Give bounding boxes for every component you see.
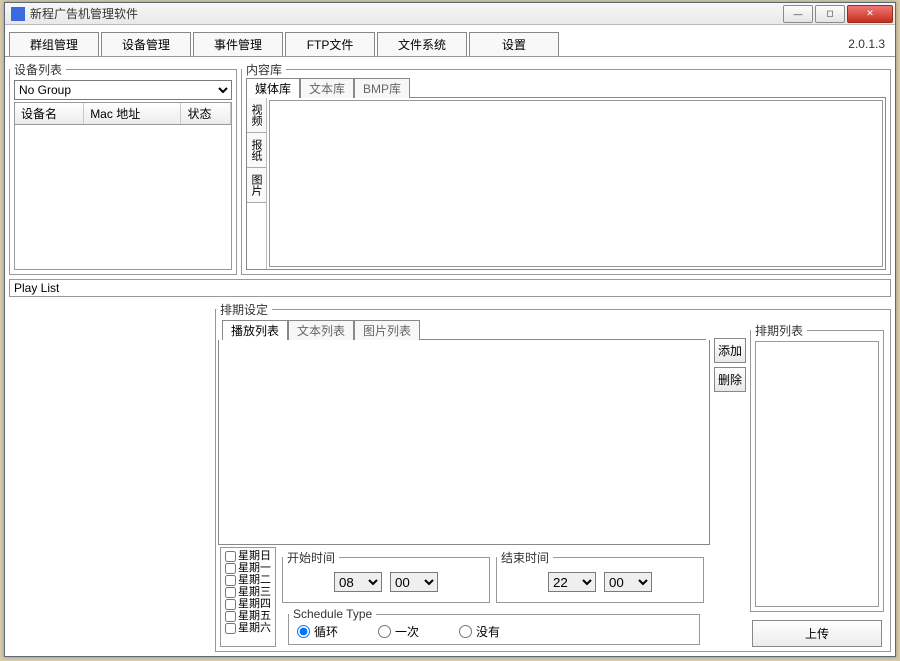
vtab-news[interactable]: 报纸 xyxy=(247,133,266,168)
weekday-tue[interactable]: 星期二 xyxy=(225,574,271,586)
schedule-type-none[interactable]: 没有 xyxy=(459,623,500,640)
weekday-thu-checkbox[interactable] xyxy=(225,599,236,610)
playlist-label: Play List xyxy=(9,279,891,297)
tab-filesys[interactable]: 文件系统 xyxy=(377,32,467,56)
tab-textlist[interactable]: 文本列表 xyxy=(288,320,354,340)
device-table-body[interactable] xyxy=(14,125,232,270)
schedule-type-panel: Schedule Type 循环 一次 没有 xyxy=(288,607,700,645)
weekday-wed[interactable]: 星期三 xyxy=(225,586,271,598)
schedule-type-once[interactable]: 一次 xyxy=(378,623,419,640)
start-min-select[interactable]: 00 xyxy=(390,572,438,592)
schedule-type-loop-radio[interactable] xyxy=(297,625,310,638)
weekday-sat[interactable]: 星期六 xyxy=(225,622,271,634)
content-library-legend: 内容库 xyxy=(242,61,286,78)
end-hour-select[interactable]: 22 xyxy=(548,572,596,592)
weekday-mon-checkbox[interactable] xyxy=(225,563,236,574)
content-library-panel: 内容库 媒体库 文本库 BMP库 视频 报纸 图片 xyxy=(241,61,891,275)
vtab-video[interactable]: 视频 xyxy=(247,98,266,133)
weekday-tue-checkbox[interactable] xyxy=(225,575,236,586)
tab-settings[interactable]: 设置 xyxy=(469,32,559,56)
tab-bmp[interactable]: BMP库 xyxy=(354,78,410,98)
group-select[interactable]: No Group xyxy=(14,80,232,100)
col-device-name[interactable]: 设备名 xyxy=(15,103,84,124)
device-list-panel: 设备列表 No Group 设备名 Mac 地址 状态 xyxy=(9,61,237,275)
end-min-select[interactable]: 00 xyxy=(604,572,652,592)
weekday-fri[interactable]: 星期五 xyxy=(225,610,271,622)
start-hour-select[interactable]: 08 xyxy=(334,572,382,592)
weekday-mon[interactable]: 星期一 xyxy=(225,562,271,574)
schedule-type-legend: Schedule Type xyxy=(289,607,376,621)
window-title: 新程广告机管理软件 xyxy=(30,5,781,22)
start-time-legend: 开始时间 xyxy=(283,549,339,566)
schedule-type-once-radio[interactable] xyxy=(378,625,391,638)
schedule-tabs: 播放列表 文本列表 图片列表 xyxy=(222,320,706,340)
col-state[interactable]: 状态 xyxy=(181,103,231,124)
tab-groups[interactable]: 群组管理 xyxy=(9,32,99,56)
schedule-type-none-radio[interactable] xyxy=(459,625,472,638)
tab-text[interactable]: 文本库 xyxy=(300,78,354,98)
end-time-legend: 结束时间 xyxy=(497,549,553,566)
col-mac[interactable]: Mac 地址 xyxy=(84,103,181,124)
upload-button[interactable]: 上传 xyxy=(752,620,882,647)
close-button[interactable]: ✕ xyxy=(847,5,893,23)
app-window: 新程广告机管理软件 — ◻ ✕ 群组管理 设备管理 事件管理 FTP文件 文件系… xyxy=(4,2,896,657)
content-library-canvas[interactable] xyxy=(269,100,883,267)
weekday-fri-checkbox[interactable] xyxy=(225,611,236,622)
add-button[interactable]: 添加 xyxy=(714,338,746,363)
weekday-checklist: 星期日 星期一 星期二 星期三 星期四 星期五 星期六 xyxy=(220,547,276,647)
tab-devices[interactable]: 设备管理 xyxy=(101,32,191,56)
lower-left-spacer xyxy=(7,299,213,654)
end-time-panel: 结束时间 22 00 xyxy=(496,549,704,603)
content-library-vtabs: 视频 报纸 图片 xyxy=(247,98,267,269)
version-label: 2.0.1.3 xyxy=(848,37,891,51)
tab-playlist[interactable]: 播放列表 xyxy=(222,320,288,340)
weekday-thu[interactable]: 星期四 xyxy=(225,598,271,610)
app-icon xyxy=(11,7,25,21)
schedule-list-panel: 排期列表 xyxy=(750,322,884,612)
tab-events[interactable]: 事件管理 xyxy=(193,32,283,56)
schedule-list-legend: 排期列表 xyxy=(751,322,807,339)
schedule-mid-buttons: 添加 删除 xyxy=(712,318,748,651)
weekday-sun-checkbox[interactable] xyxy=(225,551,236,562)
schedule-type-loop[interactable]: 循环 xyxy=(297,623,338,640)
schedule-legend: 排期设定 xyxy=(216,301,272,318)
weekday-sun[interactable]: 星期日 xyxy=(225,550,271,562)
delete-button[interactable]: 删除 xyxy=(714,367,746,392)
schedule-canvas[interactable] xyxy=(218,340,710,545)
schedule-list-body[interactable] xyxy=(755,341,879,607)
tab-media[interactable]: 媒体库 xyxy=(246,78,300,98)
device-list-legend: 设备列表 xyxy=(10,61,66,78)
main-tabbar: 群组管理 设备管理 事件管理 FTP文件 文件系统 设置 2.0.1.3 xyxy=(5,25,895,57)
device-table-header: 设备名 Mac 地址 状态 xyxy=(14,102,232,125)
start-time-panel: 开始时间 08 00 xyxy=(282,549,490,603)
vtab-image[interactable]: 图片 xyxy=(247,168,266,203)
tab-ftp[interactable]: FTP文件 xyxy=(285,32,375,56)
body-area: 设备列表 No Group 设备名 Mac 地址 状态 内容库 媒体库 文本库 xyxy=(5,57,895,656)
weekday-wed-checkbox[interactable] xyxy=(225,587,236,598)
window-buttons: — ◻ ✕ xyxy=(781,5,893,23)
titlebar: 新程广告机管理软件 — ◻ ✕ xyxy=(5,3,895,25)
tab-imagelist[interactable]: 图片列表 xyxy=(354,320,420,340)
maximize-button[interactable]: ◻ xyxy=(815,5,845,23)
weekday-sat-checkbox[interactable] xyxy=(225,623,236,634)
schedule-panel: 排期设定 播放列表 文本列表 图片列表 星期日 xyxy=(215,301,891,652)
content-library-tabs: 媒体库 文本库 BMP库 xyxy=(246,78,886,98)
minimize-button[interactable]: — xyxy=(783,5,813,23)
